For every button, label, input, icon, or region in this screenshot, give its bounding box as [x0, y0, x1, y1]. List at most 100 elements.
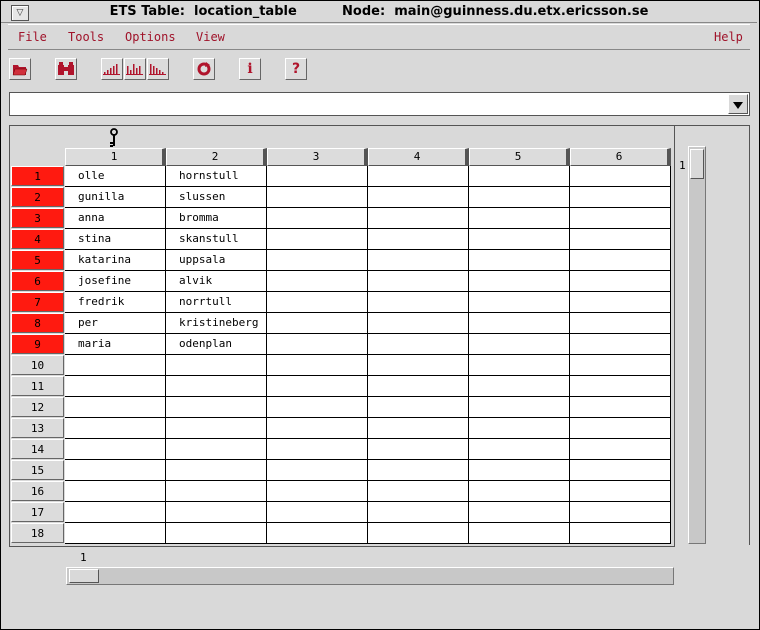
table-cell[interactable]: norrtull: [166, 292, 267, 313]
table-cell[interactable]: [570, 418, 671, 439]
table-cell[interactable]: [166, 523, 267, 544]
info-button[interactable]: i: [239, 58, 261, 80]
table-cell[interactable]: [469, 502, 570, 523]
table-cell[interactable]: [267, 460, 368, 481]
table-cell[interactable]: [368, 376, 469, 397]
table-cell[interactable]: [469, 355, 570, 376]
column-header-4[interactable]: 4: [368, 148, 469, 166]
table-cell[interactable]: [469, 418, 570, 439]
table-cell[interactable]: [65, 523, 166, 544]
table-cell[interactable]: [267, 502, 368, 523]
table-cell[interactable]: [267, 292, 368, 313]
row-header-17[interactable]: 17: [11, 502, 64, 522]
table-cell[interactable]: [368, 481, 469, 502]
row-header-8[interactable]: 8: [11, 313, 64, 333]
column-header-5[interactable]: 5: [469, 148, 570, 166]
table-cell[interactable]: [65, 439, 166, 460]
combo-dropdown-button[interactable]: [728, 94, 748, 114]
table-cell[interactable]: [570, 334, 671, 355]
table-cell[interactable]: [267, 334, 368, 355]
table-cell[interactable]: stina: [65, 229, 166, 250]
table-cell[interactable]: [267, 229, 368, 250]
horizontal-scrollbar[interactable]: [66, 567, 674, 585]
sort-descending-button[interactable]: [147, 58, 169, 80]
table-cell[interactable]: [570, 166, 671, 187]
table-cell[interactable]: [570, 397, 671, 418]
table-cell[interactable]: [166, 418, 267, 439]
table-cell[interactable]: [65, 355, 166, 376]
table-cell[interactable]: [267, 397, 368, 418]
table-cell[interactable]: [65, 397, 166, 418]
row-header-15[interactable]: 15: [11, 460, 64, 480]
table-cell[interactable]: fredrik: [65, 292, 166, 313]
table-cell[interactable]: [267, 313, 368, 334]
table-cell[interactable]: [65, 481, 166, 502]
table-cell[interactable]: [368, 523, 469, 544]
table-cell[interactable]: [267, 376, 368, 397]
refresh-button[interactable]: [193, 58, 215, 80]
row-header-12[interactable]: 12: [11, 397, 64, 417]
menu-view[interactable]: View: [196, 30, 225, 44]
menu-options[interactable]: Options: [125, 30, 176, 44]
table-cell[interactable]: [368, 502, 469, 523]
table-cell[interactable]: uppsala: [166, 250, 267, 271]
table-cell[interactable]: [267, 250, 368, 271]
table-cell[interactable]: anna: [65, 208, 166, 229]
table-cell[interactable]: [469, 334, 570, 355]
table-cell[interactable]: [267, 187, 368, 208]
table-cell[interactable]: odenplan: [166, 334, 267, 355]
table-cell[interactable]: [368, 166, 469, 187]
table-cell[interactable]: slussen: [166, 187, 267, 208]
horizontal-scroll-thumb[interactable]: [69, 569, 99, 583]
table-cell[interactable]: [368, 460, 469, 481]
row-header-6[interactable]: 6: [11, 271, 64, 291]
column-header-3[interactable]: 3: [267, 148, 368, 166]
table-cell[interactable]: [570, 229, 671, 250]
table-cell[interactable]: [570, 208, 671, 229]
table-cell[interactable]: [570, 271, 671, 292]
table-cell[interactable]: [166, 355, 267, 376]
row-header-14[interactable]: 14: [11, 439, 64, 459]
table-cell[interactable]: josefine: [65, 271, 166, 292]
table-cell[interactable]: [368, 334, 469, 355]
table-cell[interactable]: [469, 208, 570, 229]
table-cell[interactable]: [166, 397, 267, 418]
table-cell[interactable]: [469, 187, 570, 208]
table-cell[interactable]: [570, 292, 671, 313]
row-header-4[interactable]: 4: [11, 229, 64, 249]
table-cell[interactable]: maria: [65, 334, 166, 355]
row-header-11[interactable]: 11: [11, 376, 64, 396]
row-header-3[interactable]: 3: [11, 208, 64, 228]
table-cell[interactable]: [570, 502, 671, 523]
table-cell[interactable]: [469, 250, 570, 271]
table-cell[interactable]: [570, 250, 671, 271]
table-cell[interactable]: [469, 376, 570, 397]
table-cell[interactable]: [570, 313, 671, 334]
table-cell[interactable]: olle: [65, 166, 166, 187]
table-cell[interactable]: [368, 313, 469, 334]
table-cell[interactable]: per: [65, 313, 166, 334]
table-cell[interactable]: [570, 481, 671, 502]
table-cell[interactable]: [166, 502, 267, 523]
row-header-2[interactable]: 2: [11, 187, 64, 207]
search-combo[interactable]: [9, 92, 750, 116]
table-cell[interactable]: [368, 271, 469, 292]
open-table-button[interactable]: [9, 58, 31, 80]
table-cell[interactable]: [267, 439, 368, 460]
menu-file[interactable]: File: [18, 30, 47, 44]
menu-tools[interactable]: Tools: [68, 30, 104, 44]
table-cell[interactable]: [267, 355, 368, 376]
row-header-10[interactable]: 10: [11, 355, 64, 375]
table-cell[interactable]: [166, 376, 267, 397]
table-cell[interactable]: [570, 460, 671, 481]
table-cell[interactable]: [65, 502, 166, 523]
row-header-18[interactable]: 18: [11, 523, 64, 543]
row-header-9[interactable]: 9: [11, 334, 64, 354]
table-cell[interactable]: [166, 460, 267, 481]
table-cell[interactable]: [368, 208, 469, 229]
table-cell[interactable]: [469, 481, 570, 502]
table-cell[interactable]: [368, 229, 469, 250]
table-cell[interactable]: [570, 376, 671, 397]
table-cell[interactable]: [469, 523, 570, 544]
table-cell[interactable]: [469, 313, 570, 334]
